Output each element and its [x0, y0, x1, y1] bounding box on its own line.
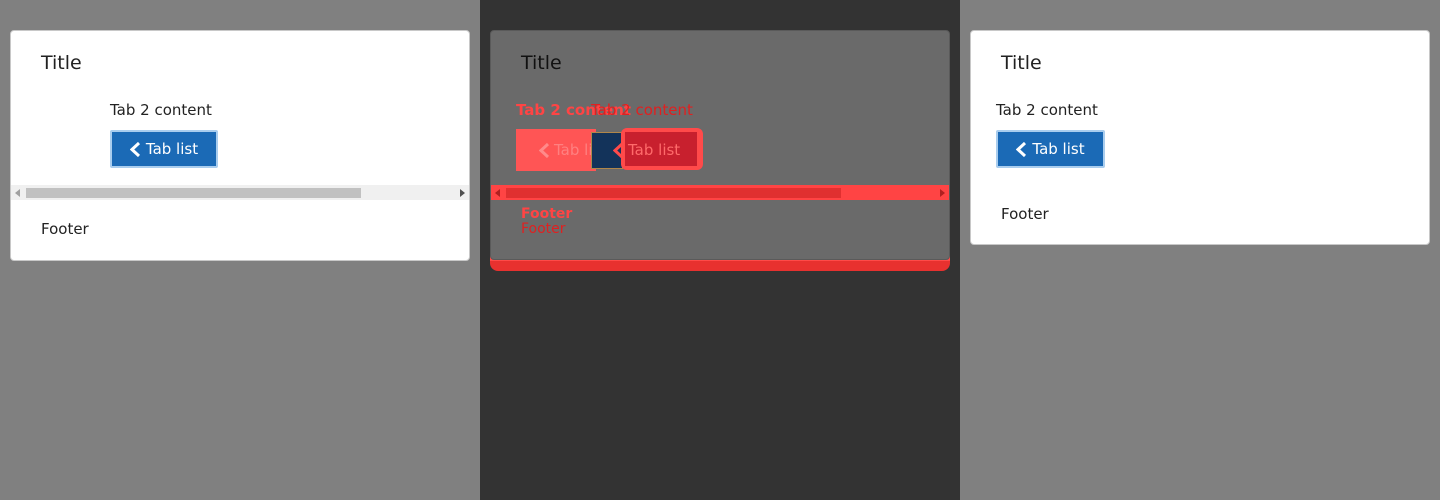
scroll-left-arrow-icon[interactable]: [495, 189, 500, 197]
left-panel: Title Tab 2 content Tab list Footer: [0, 0, 480, 500]
dialog: Title Tab 2 content Tab list Footer: [10, 30, 470, 261]
dialog-footer: Footer: [41, 220, 89, 238]
dialog-footer: Footer: [1001, 205, 1049, 223]
tab-list-button-label: Tab list: [1032, 140, 1085, 158]
dialog: Title Tab 2 content Tab list Footer: [970, 30, 1430, 245]
chevron-left-icon: [539, 142, 550, 158]
scroll-right-arrow-icon[interactable]: [940, 189, 945, 197]
dialog: Title Tab 2 content Tab 2 content Tab li…: [490, 30, 950, 260]
tab-list-button[interactable]: Tab list: [996, 130, 1105, 168]
tab-panel-content: Tab 2 content: [996, 101, 1098, 119]
scrollbar-thumb[interactable]: [26, 188, 361, 198]
horizontal-scrollbar[interactable]: [491, 185, 949, 200]
dialog-title: Title: [1001, 52, 1042, 74]
dialog-title: Title: [521, 52, 562, 74]
diff-panel: Title Tab 2 content Tab 2 content Tab li…: [480, 0, 960, 500]
chevron-left-icon: [613, 142, 624, 158]
tab-panel-content-shifted: Tab 2 content: [591, 101, 693, 119]
scroll-right-arrow-icon[interactable]: [460, 189, 465, 197]
dialog-footer-shifted: Footer: [521, 221, 566, 237]
right-panel: Title Tab 2 content Tab list Footer: [960, 0, 1440, 500]
chevron-left-icon: [1016, 141, 1027, 157]
tab-list-button-shifted-label-wrap: Tab list: [613, 141, 680, 159]
scrollbar-thumb[interactable]: [506, 188, 841, 198]
dialog-title: Title: [41, 52, 82, 74]
horizontal-scrollbar[interactable]: [11, 185, 469, 200]
tab-list-button-label: Tab list: [145, 140, 199, 158]
tab-panel-content: Tab 2 content: [110, 101, 212, 119]
tab-list-button[interactable]: Tab list: [110, 130, 218, 168]
scroll-left-arrow-icon[interactable]: [15, 189, 20, 197]
tab-list-button-label: Tab list: [628, 141, 681, 159]
chevron-left-icon: [129, 141, 140, 157]
dialog-footer: Footer: [521, 206, 573, 222]
